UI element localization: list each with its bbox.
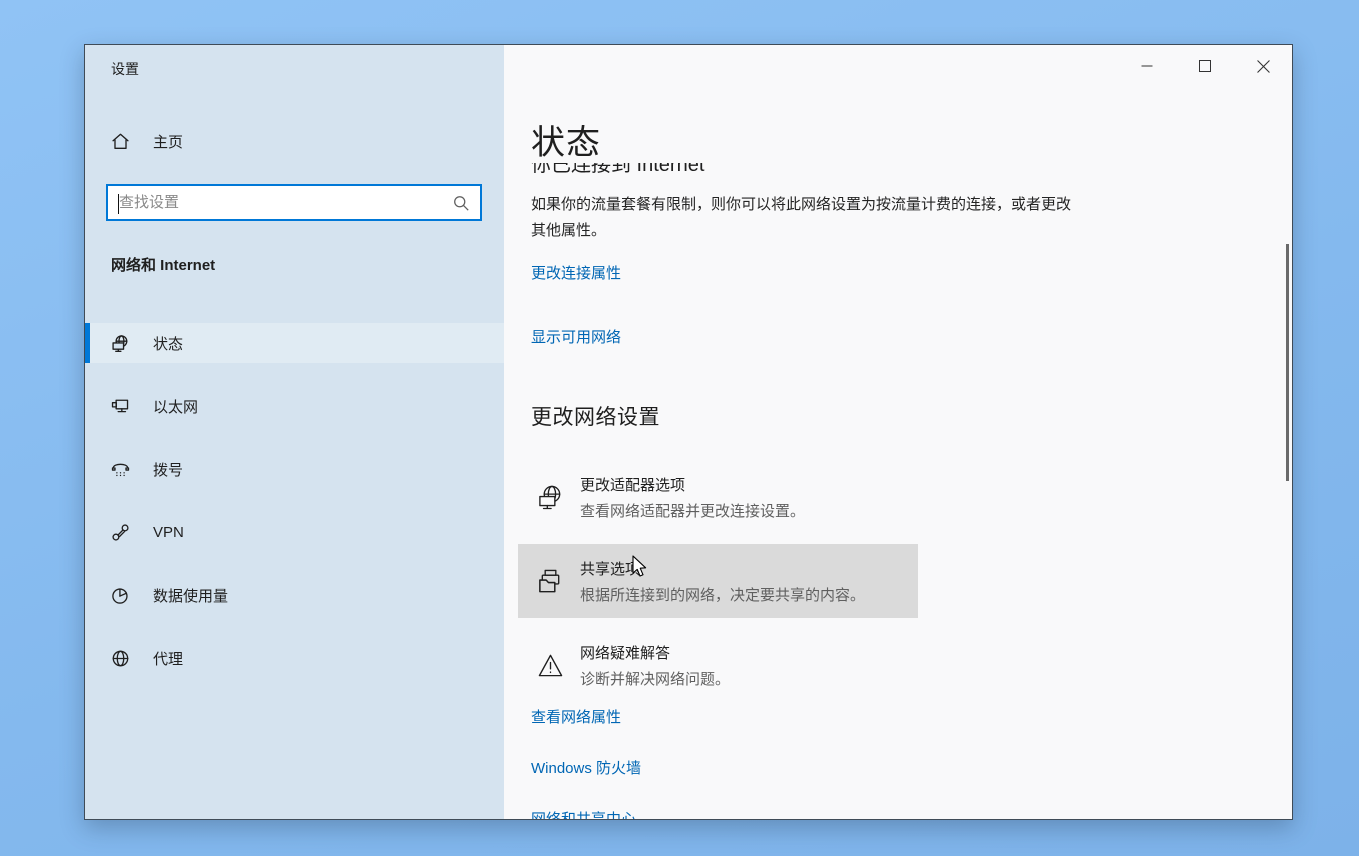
row-network-troubleshooter[interactable]: 网络疑难解答 诊断并解决网络问题。 bbox=[518, 628, 918, 702]
settings-window: 设置 主页 网络和 Internet bbox=[84, 44, 1293, 820]
caption-buttons bbox=[1118, 45, 1292, 87]
pie-chart-icon bbox=[111, 586, 130, 605]
vpn-icon bbox=[111, 523, 130, 542]
maximize-button[interactable] bbox=[1176, 45, 1234, 87]
sidebar-item-label: VPN bbox=[153, 524, 184, 541]
section-title-change-network-settings: 更改网络设置 bbox=[531, 401, 660, 431]
sidebar: 设置 主页 网络和 Internet bbox=[85, 45, 504, 819]
sidebar-item-dialup[interactable]: 拨号 bbox=[85, 449, 504, 489]
close-button[interactable] bbox=[1234, 45, 1292, 87]
link-show-available-networks[interactable]: 显示可用网络 bbox=[531, 326, 621, 347]
home-icon bbox=[111, 132, 130, 151]
minimize-button[interactable] bbox=[1118, 45, 1176, 87]
vertical-scrollbar[interactable] bbox=[1286, 244, 1289, 481]
link-view-network-properties[interactable]: 查看网络属性 bbox=[531, 706, 621, 727]
globe-icon bbox=[111, 649, 130, 668]
sidebar-nav: 状态 以太网 拨号 bbox=[85, 323, 504, 701]
search-icon bbox=[452, 194, 470, 212]
sidebar-item-label: 状态 bbox=[153, 333, 183, 354]
sidebar-item-home[interactable]: 主页 bbox=[111, 131, 183, 152]
settings-rows: 更改适配器选项 查看网络适配器并更改连接设置。 共享选项 根据所连接到的网络，决… bbox=[518, 460, 918, 712]
row-desc: 根据所连接到的网络，决定要共享的内容。 bbox=[580, 584, 865, 605]
link-change-connection-properties[interactable]: 更改连接属性 bbox=[531, 262, 621, 283]
row-title: 网络疑难解答 bbox=[580, 642, 730, 663]
sidebar-item-proxy[interactable]: 代理 bbox=[85, 638, 504, 678]
row-sharing-options[interactable]: 共享选项 根据所连接到的网络，决定要共享的内容。 bbox=[518, 544, 918, 618]
sharing-options-icon bbox=[537, 568, 564, 595]
text-caret bbox=[118, 194, 119, 214]
sidebar-item-label: 数据使用量 bbox=[153, 585, 228, 606]
globe-monitor-icon bbox=[111, 334, 130, 353]
search-box[interactable] bbox=[106, 184, 482, 221]
sidebar-item-status[interactable]: 状态 bbox=[85, 323, 504, 363]
page-title: 状态 bbox=[531, 115, 601, 164]
row-desc: 查看网络适配器并更改连接设置。 bbox=[580, 500, 805, 521]
sidebar-item-data-usage[interactable]: 数据使用量 bbox=[85, 575, 504, 615]
sidebar-item-label: 以太网 bbox=[153, 396, 198, 417]
row-change-adapter-options[interactable]: 更改适配器选项 查看网络适配器并更改连接设置。 bbox=[518, 460, 918, 534]
intro-text: 如果你的流量套餐有限制，则你可以将此网络设置为按流量计费的连接，或者更改其他属性… bbox=[531, 192, 1076, 244]
warning-triangle-icon bbox=[537, 652, 564, 679]
link-network-sharing-center[interactable]: 网络和共享中心 bbox=[531, 808, 636, 820]
row-desc: 诊断并解决网络问题。 bbox=[580, 668, 730, 689]
ethernet-icon bbox=[111, 397, 130, 416]
sidebar-home-label: 主页 bbox=[153, 131, 183, 152]
sidebar-section-title: 网络和 Internet bbox=[111, 254, 215, 275]
sidebar-item-label: 代理 bbox=[153, 648, 183, 669]
main-panel: 状态 你已连接到 Internet 如果你的流量套餐有限制，则你可以将此网络设置… bbox=[504, 45, 1292, 819]
row-title: 更改适配器选项 bbox=[580, 474, 805, 495]
sidebar-item-vpn[interactable]: VPN bbox=[85, 512, 504, 552]
network-adapter-icon bbox=[537, 484, 564, 511]
link-windows-firewall[interactable]: Windows 防火墙 bbox=[531, 757, 641, 778]
window-title: 设置 bbox=[111, 59, 139, 79]
sidebar-item-label: 拨号 bbox=[153, 459, 183, 480]
scrolled-clipped-text: 你已连接到 Internet bbox=[531, 163, 951, 178]
maximize-icon bbox=[1199, 60, 1211, 72]
minimize-icon bbox=[1141, 60, 1153, 72]
search-input[interactable] bbox=[119, 194, 452, 211]
dialup-phone-icon bbox=[111, 460, 130, 479]
close-icon bbox=[1257, 60, 1270, 73]
sidebar-item-ethernet[interactable]: 以太网 bbox=[85, 386, 504, 426]
row-title: 共享选项 bbox=[580, 558, 865, 579]
